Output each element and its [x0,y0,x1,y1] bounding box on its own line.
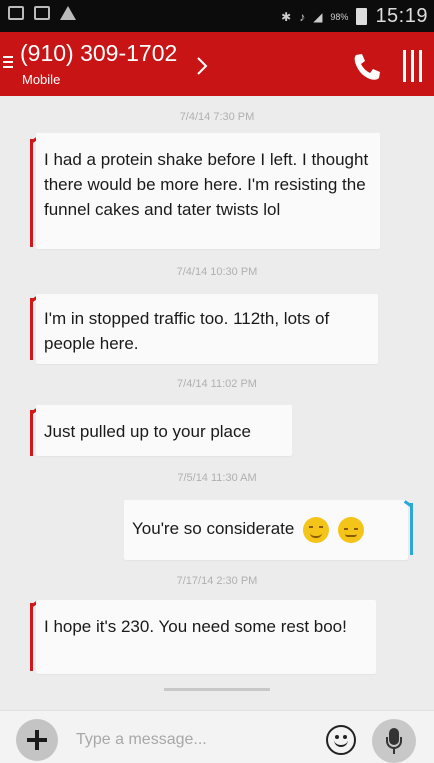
message-text: I had a protein shake before I left. I t… [44,150,369,219]
message-bubble-incoming[interactable]: I had a protein shake before I left. I t… [36,133,380,249]
message-text: You're so considerate [132,519,295,538]
message-composer [0,710,434,763]
battery-level: 98% [330,11,349,22]
message-text: I'm in stopped traffic too. 112th, lots … [44,309,330,353]
microphone-icon[interactable] [372,719,416,763]
mute-icon: ♪ [299,9,306,24]
sim-icon [34,6,50,20]
incoming-indicator [30,139,33,247]
contact-number[interactable]: (910) 309-1702 [20,40,177,67]
emoji-icon[interactable] [326,725,356,755]
message-bubble-outgoing[interactable]: You're so considerate [124,500,408,560]
scroll-indicator[interactable] [164,688,270,691]
battery-icon [356,8,368,25]
message-input[interactable] [76,727,306,753]
incoming-indicator [30,410,33,456]
timestamp: 7/5/14 11:30 AM [177,472,257,484]
timestamp: 7/17/14 2:30 PM [176,575,258,587]
incoming-indicator [30,603,33,671]
contact-number-type: Mobile [22,72,61,87]
warning-icon [60,6,76,20]
incoming-indicator [30,298,33,360]
clock: 15:19 [375,5,428,27]
signal-icon: ◢ [313,9,323,24]
image-icon [8,6,24,20]
conversation-header: (910) 309-1702 Mobile [0,32,434,96]
message-bubble-incoming[interactable]: I hope it's 230. You need some rest boo! [36,600,376,674]
message-text: Just pulled up to your place [44,422,251,441]
smiling-face-icon [303,516,330,543]
outgoing-indicator [410,503,413,555]
timestamp: 7/4/14 10:30 PM [176,266,258,278]
message-bubble-incoming[interactable]: Just pulled up to your place [36,405,292,456]
bluetooth-icon: ✱ [281,9,292,24]
menu-icon[interactable] [3,56,13,71]
relieved-face-icon [337,516,364,543]
plus-icon[interactable] [16,719,58,761]
timestamp: 7/4/14 7:30 PM [179,111,255,123]
chevron-right-icon[interactable] [196,56,208,76]
message-bubble-incoming[interactable]: I'm in stopped traffic too. 112th, lots … [36,294,378,364]
status-bar: ✱ ♪ ◢ 98% 15:19 [0,0,434,32]
timestamp: 7/4/14 11:02 PM [177,378,257,390]
message-text: I hope it's 230. You need some rest boo! [44,617,347,636]
more-options-button[interactable] [402,50,422,84]
call-button[interactable] [350,50,384,84]
